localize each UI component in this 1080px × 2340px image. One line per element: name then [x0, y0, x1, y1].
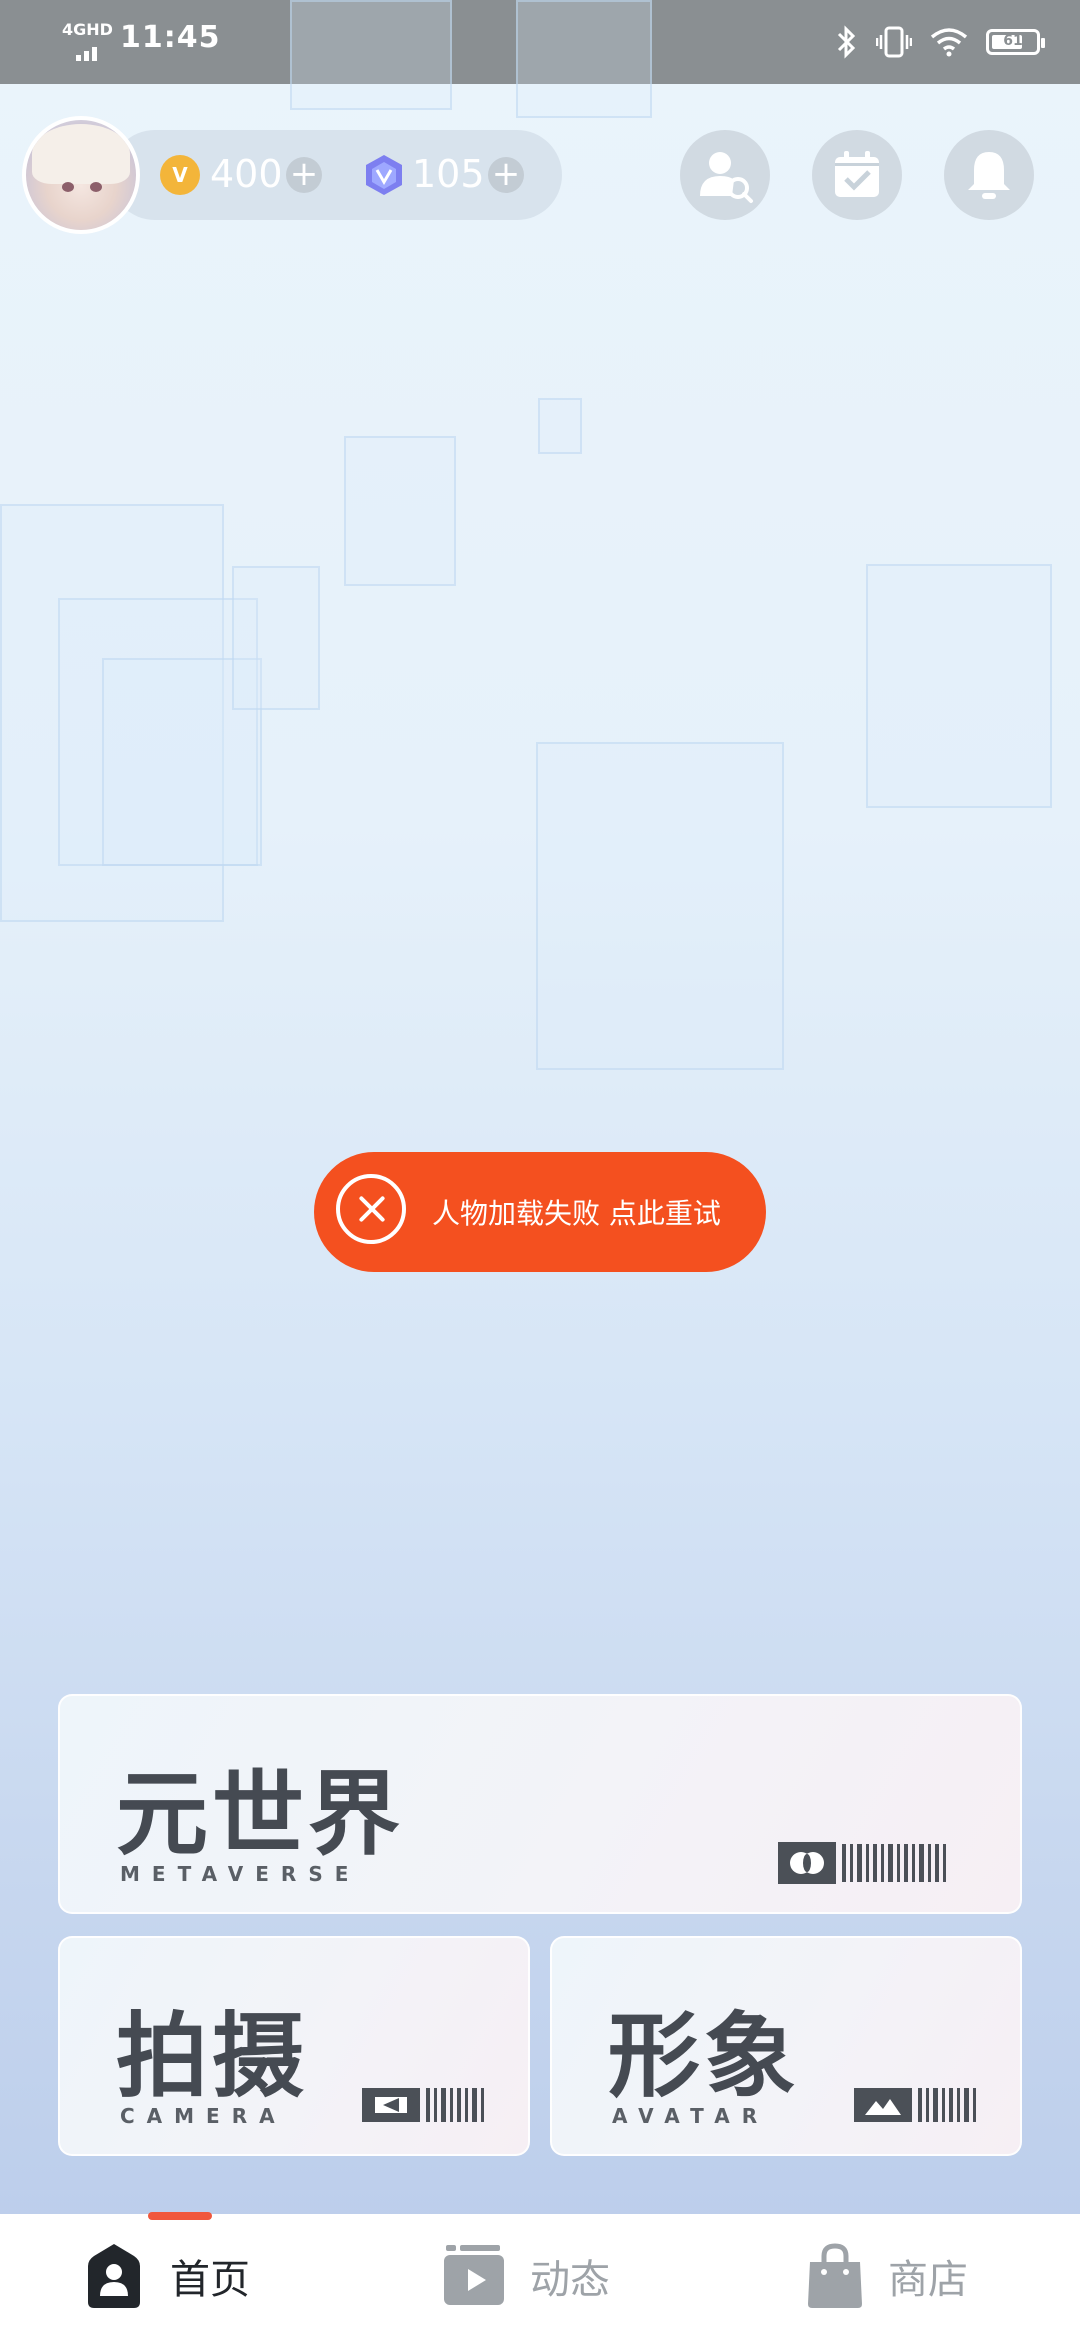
background-decoration: [290, 0, 452, 110]
notifications-button[interactable]: [944, 130, 1034, 220]
bell-icon: [968, 152, 1010, 199]
currency-bar: V 400 + 105 +: [110, 130, 562, 220]
camera-card[interactable]: 拍摄 CAMERA: [58, 1936, 530, 2156]
background-decoration: [866, 564, 1052, 808]
coin-balance: 400: [210, 152, 283, 196]
error-icon: [336, 1174, 406, 1244]
status-time: 11:45: [120, 20, 221, 55]
bluetooth-icon: [837, 25, 856, 59]
avatar-card[interactable]: 形象 AVATAR: [550, 1936, 1022, 2156]
background-decoration: [344, 436, 456, 586]
video-feed-icon: [444, 2245, 504, 2305]
cellular-signal-icon: 4GHD: [62, 20, 113, 61]
tab-label: 动态: [530, 2257, 610, 2303]
network-type: 4GHD: [62, 20, 113, 39]
card-subtitle: METAVERSE: [120, 1862, 361, 1886]
user-search-icon: [700, 152, 753, 203]
toast-message: 人物加载失败 点此重试: [432, 1197, 721, 1230]
card-title: 元世界: [116, 1761, 405, 1868]
tab-shop[interactable]: 商店: [804, 2240, 968, 2312]
card-subtitle: AVATAR: [612, 2104, 770, 2128]
background-decoration: [516, 0, 652, 118]
tab-label: 商店: [888, 2257, 968, 2303]
gem-icon: [366, 155, 402, 195]
background-decoration: [538, 398, 582, 454]
battery-level: 61: [1003, 33, 1023, 49]
add-coins-button[interactable]: +: [286, 157, 322, 193]
background-decoration: [232, 566, 320, 710]
shopping-bag-icon: [808, 2243, 862, 2308]
tab-label: 首页: [170, 2257, 250, 2303]
home-icon: [88, 2244, 140, 2308]
find-friends-button[interactable]: [680, 130, 770, 220]
gem-balance: 105: [412, 152, 485, 196]
battery-icon: 61: [986, 29, 1045, 55]
check-in-button[interactable]: [812, 130, 902, 220]
card-title: 形象: [608, 2003, 801, 2110]
load-error-retry-toast[interactable]: 人物加载失败 点此重试: [314, 1152, 766, 1272]
add-gems-button[interactable]: +: [488, 157, 524, 193]
metaverse-badge-icon: [778, 1842, 950, 1884]
coin-icon: V: [160, 155, 200, 195]
card-subtitle: CAMERA: [120, 2104, 287, 2128]
wifi-icon: [930, 28, 968, 57]
card-title: 拍摄: [116, 2003, 309, 2110]
calendar-check-icon: [835, 151, 879, 197]
avatar-badge-icon: [854, 2088, 980, 2122]
tab-home[interactable]: 首页: [80, 2240, 250, 2312]
tab-feed[interactable]: 动态: [440, 2240, 610, 2312]
background-decoration: [536, 742, 784, 1070]
metaverse-card[interactable]: 元世界 METAVERSE: [58, 1694, 1022, 1914]
active-tab-indicator: [148, 2212, 212, 2220]
user-avatar[interactable]: [22, 116, 140, 234]
vibrate-icon: [876, 26, 912, 58]
camera-badge-icon: [362, 2088, 488, 2122]
